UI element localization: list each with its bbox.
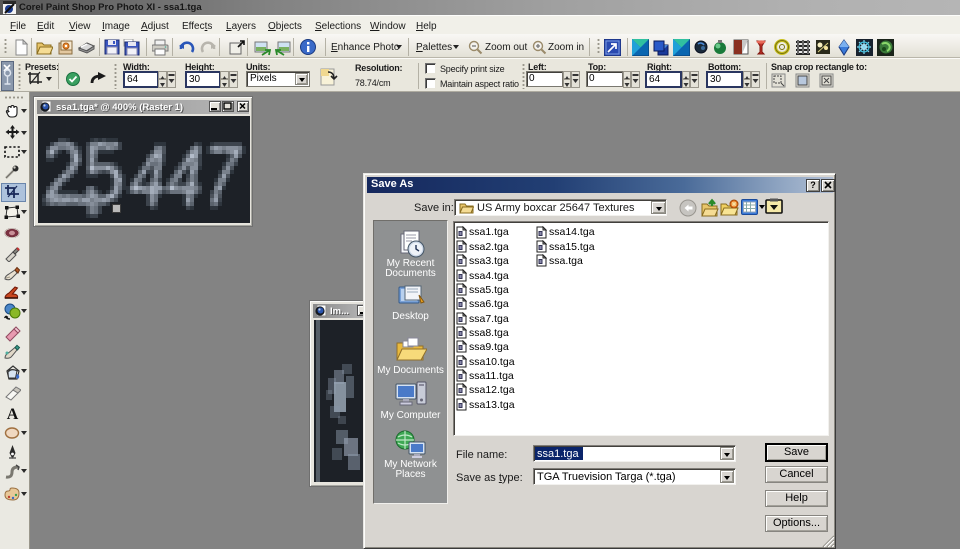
svg-text:A: A <box>7 406 19 422</box>
